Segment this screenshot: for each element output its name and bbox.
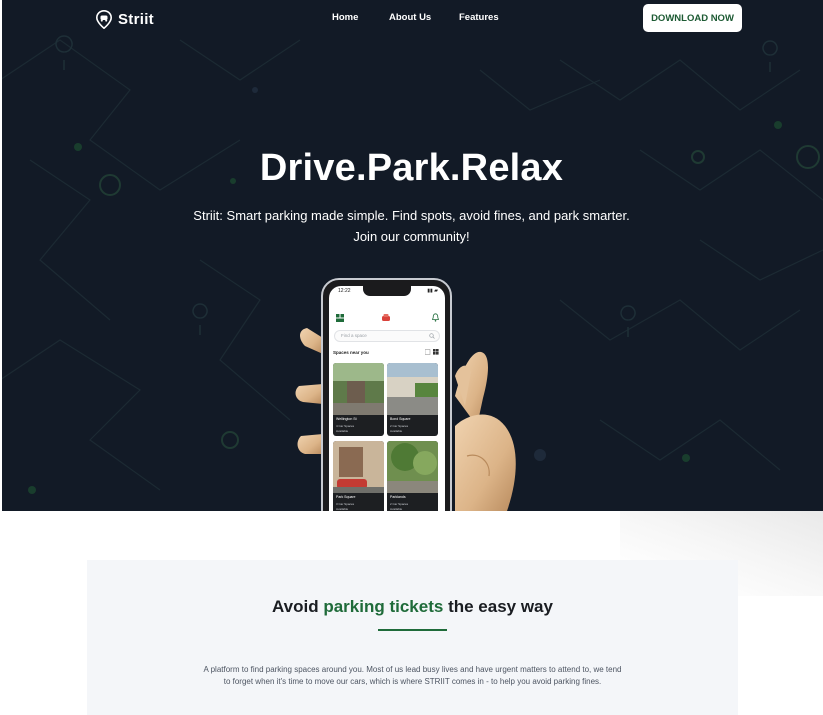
status-icons: ▮▮ ▰: [427, 288, 438, 294]
hero-subtitle-line-2: Join our community!: [353, 229, 470, 244]
phone-notch: [363, 286, 411, 296]
card-title: Wellington St: [336, 417, 357, 421]
spaces-near-you-label: Spaces near you: [333, 350, 369, 355]
status-time: 12:22: [338, 288, 351, 294]
nav-link-features[interactable]: Features: [459, 12, 499, 23]
section-description-line-2: to forget when it's time to move our car…: [223, 677, 602, 686]
section-title-end: the easy way: [443, 597, 553, 616]
hero-subtitle: Striit: Smart parking made simple. Find …: [0, 205, 823, 247]
hero-subtitle-line-1: Striit: Smart parking made simple. Find …: [193, 208, 630, 223]
hero-left-edge: [0, 0, 2, 511]
menu-icon[interactable]: [336, 314, 344, 322]
brand-logo[interactable]: Striit: [96, 9, 154, 29]
car-logo-icon: [382, 314, 390, 321]
card-meta: 3 Car Spaces Available: [336, 502, 354, 511]
section-description: A platform to find parking spaces around…: [182, 664, 643, 688]
card-meta: 2 Car Spaces Available: [390, 424, 408, 433]
search-icon: [429, 333, 435, 339]
card-status: Available: [336, 506, 349, 511]
bell-icon[interactable]: [432, 313, 439, 322]
parking-card[interactable]: Parklands 2 Car Spaces Available: [387, 441, 438, 511]
section-title-start: Avoid: [272, 597, 324, 616]
hero-title: Drive.Park.Relax: [259, 147, 564, 189]
grid-view-icon[interactable]: [425, 349, 439, 355]
card-status: Available: [390, 428, 403, 433]
card-meta: 4 Car Spaces Available: [336, 424, 354, 433]
parking-card[interactable]: Bond Square 2 Car Spaces Available: [387, 363, 438, 436]
brand-name: Striit: [118, 10, 154, 28]
nav-link-home[interactable]: Home: [332, 12, 358, 23]
location-pin-logo-icon: [96, 9, 112, 29]
card-spaces: 3 Car Spaces: [336, 502, 355, 506]
card-title: Bond Square: [390, 417, 411, 421]
card-status: Available: [390, 506, 403, 511]
card-spaces: 2 Car Spaces: [390, 424, 409, 428]
parking-photo: [387, 363, 438, 415]
title-underline: [378, 629, 447, 631]
parking-card[interactable]: Park Square 3 Car Spaces Available: [333, 441, 384, 511]
phone-mockup: 12:22 ▮▮ ▰ Find a space Spaces near you …: [293, 276, 529, 511]
download-now-button[interactable]: DOWNLOAD NOW: [643, 4, 742, 32]
card-status: Available: [336, 428, 349, 433]
app-search-placeholder: Find a space: [341, 333, 367, 338]
section-description-line-1: A platform to find parking spaces around…: [203, 665, 622, 674]
app-search-input[interactable]: Find a space: [334, 330, 440, 342]
phone-screen: 12:22 ▮▮ ▰ Find a space Spaces near you …: [329, 286, 445, 511]
feature-intro-section: Avoid parking tickets the easy way A pla…: [87, 560, 738, 715]
section-title: Avoid parking tickets the easy way: [87, 597, 738, 617]
card-spaces: 2 Car Spaces: [390, 502, 409, 506]
card-meta: 2 Car Spaces Available: [390, 502, 408, 511]
parking-photo: [333, 441, 384, 493]
card-title: Park Square: [336, 495, 356, 499]
card-title: Parklands: [390, 495, 406, 499]
hero-section: Striit Home About Us Features DOWNLOAD N…: [0, 0, 823, 511]
section-title-accent: parking tickets: [323, 597, 444, 616]
phone-device: 12:22 ▮▮ ▰ Find a space Spaces near you …: [321, 278, 452, 511]
nav-link-about-us[interactable]: About Us: [389, 12, 431, 23]
card-spaces: 4 Car Spaces: [336, 424, 355, 428]
parking-photo: [333, 363, 384, 415]
parking-photo: [387, 441, 438, 493]
top-navigation: Striit Home About Us Features DOWNLOAD N…: [0, 0, 823, 38]
parking-card[interactable]: Wellington St 4 Car Spaces Available: [333, 363, 384, 436]
